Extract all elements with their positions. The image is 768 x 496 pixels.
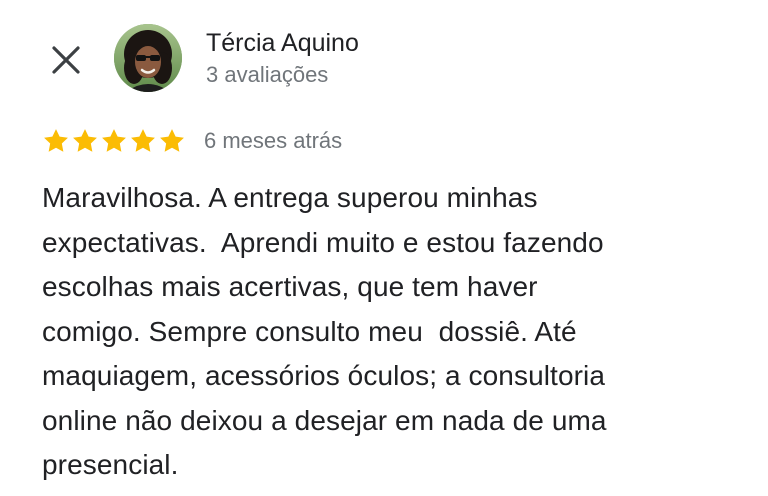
review-card: Tércia Aquino 3 avaliações 6 meses atrás… xyxy=(0,0,768,496)
review-text: Maravilhosa. A entrega superou minhas ex… xyxy=(42,182,607,480)
reviewer-name[interactable]: Tércia Aquino xyxy=(206,26,359,60)
reviewer-review-count: 3 avaliações xyxy=(206,62,329,87)
star-icon xyxy=(73,129,97,152)
review-date: 6 meses atrás xyxy=(204,128,343,153)
star-icon xyxy=(160,129,184,152)
star-icon xyxy=(44,129,68,152)
star-rating xyxy=(42,127,186,155)
star-icon xyxy=(131,129,155,152)
star-icon xyxy=(102,129,126,152)
close-button[interactable] xyxy=(44,38,88,82)
avatar-photo xyxy=(114,24,182,92)
rating-row: 6 meses atrás xyxy=(42,124,342,158)
avatar[interactable] xyxy=(114,24,182,92)
close-icon xyxy=(52,46,80,74)
